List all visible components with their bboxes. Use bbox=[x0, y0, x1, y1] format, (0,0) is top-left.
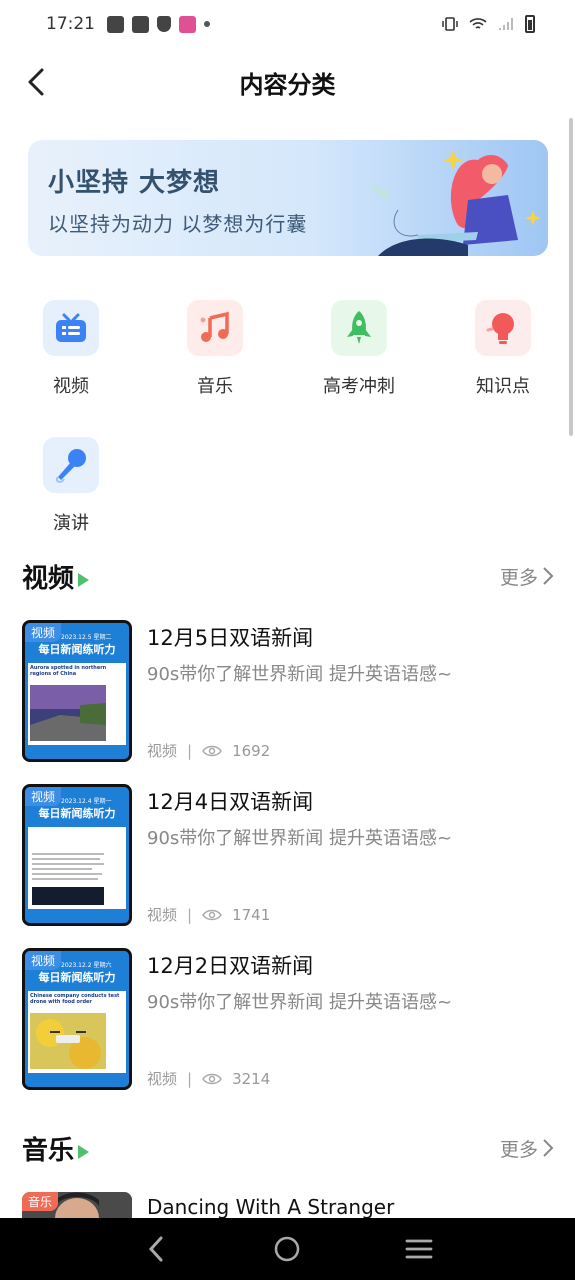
section-title: 视频 bbox=[22, 563, 75, 594]
video-title: 12月4日双语新闻 bbox=[147, 790, 314, 814]
video-title: 12月5日双语新闻 bbox=[147, 626, 314, 650]
meta-divider: | bbox=[187, 741, 193, 760]
music-title: Dancing With A Stranger bbox=[147, 1195, 395, 1219]
menu-lines-icon bbox=[405, 1239, 433, 1259]
section-title: 音乐 bbox=[22, 1135, 75, 1166]
category-music[interactable]: 音乐 bbox=[160, 300, 270, 398]
status-bar: 17:21 bbox=[0, 0, 575, 48]
video-thumbnail: 视频 2023.12.5 星期二 每日新闻练听力 Aurora spotted … bbox=[22, 620, 132, 762]
meta-divider: | bbox=[187, 1069, 193, 1088]
video-meta: 视频 | 1741 bbox=[147, 904, 270, 925]
eye-icon bbox=[202, 909, 222, 920]
video-description: 90s带你了解世界新闻 提升英语语感~ bbox=[147, 664, 453, 685]
view-count: 3214 bbox=[232, 1069, 271, 1088]
category-label: 高考冲刺 bbox=[323, 376, 395, 397]
nav-recents-button[interactable] bbox=[399, 1229, 439, 1269]
thumbnail-title: 每日新闻练听力 bbox=[38, 807, 116, 820]
more-notifications-icon bbox=[204, 21, 210, 27]
lightbulb-icon bbox=[475, 300, 531, 356]
video-badge: 视频 bbox=[25, 951, 62, 970]
category-knowledge[interactable]: 知识点 bbox=[448, 300, 558, 398]
meta-divider: | bbox=[187, 905, 193, 924]
wifi-icon bbox=[469, 18, 487, 29]
battery-icon bbox=[525, 15, 535, 33]
girl-with-laptop-illustration bbox=[368, 150, 541, 256]
video-description: 90s带你了解世界新闻 提升英语语感~ bbox=[147, 992, 453, 1013]
category-label: 音乐 bbox=[197, 376, 233, 397]
view-count: 1692 bbox=[232, 741, 271, 760]
thumbnail-title: 每日新闻练听力 bbox=[38, 643, 116, 656]
thumbnail-headline bbox=[28, 827, 126, 831]
category-video[interactable]: 视频 bbox=[16, 300, 126, 398]
nav-home-button[interactable] bbox=[267, 1229, 307, 1269]
play-icon bbox=[78, 573, 90, 587]
play-icon bbox=[78, 1145, 90, 1159]
music-section-header: 音乐 更多 bbox=[22, 1128, 554, 1168]
category-label: 知识点 bbox=[476, 376, 530, 397]
music-note-icon bbox=[187, 300, 243, 356]
vibrate-icon bbox=[442, 17, 458, 31]
category-label: 演讲 bbox=[53, 513, 89, 534]
video-more-link[interactable]: 更多 bbox=[500, 563, 554, 590]
category-label: 视频 bbox=[53, 376, 89, 397]
aurora-photo bbox=[30, 685, 106, 741]
thumbnail-date: 2023.12.2 星期六 bbox=[61, 962, 112, 969]
video-description: 90s带你了解世界新闻 提升英语语感~ bbox=[147, 828, 453, 849]
video-meta: 视频 | 3214 bbox=[147, 1068, 270, 1089]
notification-icons bbox=[107, 15, 210, 33]
video-type: 视频 bbox=[147, 742, 178, 760]
video-item[interactable]: 视频 2023.12.4 星期一 每日新闻练听力 12月4日双语新闻 90s带你… bbox=[22, 784, 554, 926]
home-circle-icon bbox=[275, 1236, 300, 1262]
drone-photo bbox=[30, 1013, 106, 1069]
video-thumbnail: 视频 2023.12.2 星期六 每日新闻练听力 Chinese company… bbox=[22, 948, 132, 1090]
nav-back-button[interactable] bbox=[136, 1229, 176, 1269]
view-count: 1741 bbox=[232, 905, 271, 924]
video-type: 视频 bbox=[147, 1070, 178, 1088]
microphone-icon bbox=[43, 437, 99, 493]
thumbnail-date: 2023.12.5 星期二 bbox=[61, 634, 112, 641]
shopping-bag-icon bbox=[107, 15, 124, 33]
video-thumbnail: 视频 2023.12.4 星期一 每日新闻练听力 bbox=[22, 784, 132, 926]
category-speech[interactable]: 演讲 bbox=[16, 437, 126, 535]
video-title: 12月2日双语新闻 bbox=[147, 954, 314, 978]
app-notification-icon bbox=[179, 15, 196, 33]
chevron-right-icon bbox=[543, 567, 554, 585]
system-nav-bar bbox=[0, 1218, 575, 1280]
thumbnail-headline: Chinese company conducts test drone with… bbox=[30, 993, 120, 1005]
thumbnail-date: 2023.12.4 星期一 bbox=[61, 798, 112, 805]
shield-icon bbox=[157, 16, 171, 32]
more-label: 更多 bbox=[499, 1138, 538, 1161]
video-item[interactable]: 视频 2023.12.5 星期二 每日新闻练听力 Aurora spotted … bbox=[22, 620, 554, 762]
eye-icon bbox=[202, 1073, 222, 1084]
page-title: 内容分类 bbox=[239, 70, 336, 99]
category-gaokao[interactable]: 高考冲刺 bbox=[304, 300, 414, 398]
video-item[interactable]: 视频 2023.12.2 星期六 每日新闻练听力 Chinese company… bbox=[22, 948, 554, 1090]
chevron-right-icon bbox=[543, 1139, 554, 1157]
back-arrow-icon bbox=[148, 1236, 163, 1262]
system-icons bbox=[441, 15, 535, 33]
video-section-header: 视频 更多 bbox=[22, 556, 554, 596]
shopping-bag-icon bbox=[132, 15, 149, 33]
back-arrow-icon[interactable] bbox=[22, 66, 52, 98]
eye-icon bbox=[202, 745, 222, 756]
promo-banner[interactable]: 小坚持 大梦想 以坚持为动力 以梦想为行囊 bbox=[28, 140, 548, 256]
music-more-link[interactable]: 更多 bbox=[500, 1135, 554, 1162]
video-type: 视频 bbox=[147, 906, 178, 924]
video-badge: 视频 bbox=[25, 787, 62, 806]
status-time: 17:21 bbox=[46, 14, 95, 34]
article-text-image bbox=[30, 849, 106, 905]
thumbnail-headline: Aurora spotted in northern regions of Ch… bbox=[30, 665, 107, 677]
rocket-icon bbox=[331, 300, 387, 356]
banner-subtitle: 以坚持为动力 以梦想为行囊 bbox=[48, 212, 308, 236]
more-label: 更多 bbox=[499, 566, 538, 589]
thumbnail-title: 每日新闻练听力 bbox=[38, 971, 116, 984]
banner-title: 小坚持 大梦想 bbox=[48, 168, 221, 198]
scrollbar[interactable] bbox=[569, 118, 573, 436]
video-meta: 视频 | 1692 bbox=[147, 740, 270, 761]
signal-icon bbox=[499, 18, 513, 30]
music-badge: 音乐 bbox=[22, 1192, 59, 1211]
video-badge: 视频 bbox=[25, 623, 62, 642]
top-nav: 内容分类 bbox=[0, 50, 575, 114]
tv-icon bbox=[43, 300, 99, 356]
